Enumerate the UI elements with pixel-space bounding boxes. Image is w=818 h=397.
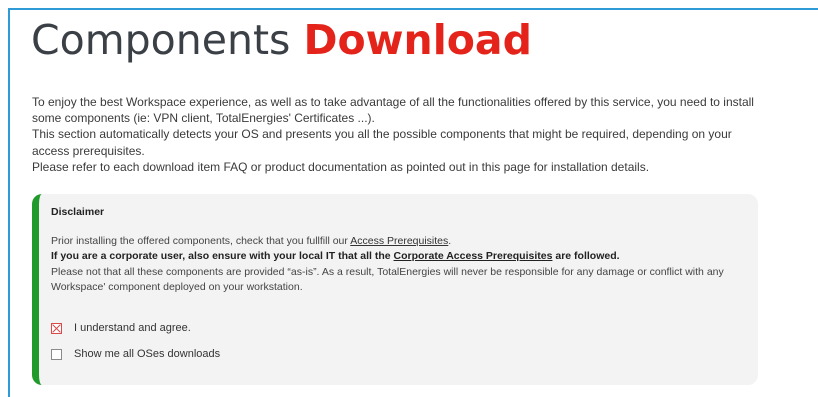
disclaimer-body: Prior installing the offered components,… (51, 234, 757, 296)
page-title-accent: Download (303, 16, 532, 64)
all-os-checkbox[interactable] (51, 348, 62, 360)
disclaimer-line-3: Please not that all these components are… (51, 265, 724, 294)
disclaimer-line-2-suffix: are followed. (552, 250, 620, 263)
disclaimer-line-1-suffix: . (448, 235, 452, 247)
page-title-plain: Components (31, 16, 304, 64)
intro-paragraph-1: To enjoy the best Workspace experience, … (32, 95, 754, 126)
corporate-access-prerequisites-link[interactable]: Corporate Access Prerequisites (394, 250, 553, 262)
page-title: Components Download (31, 12, 532, 68)
agree-checkbox-label: I understand and agree. (74, 322, 191, 334)
disclaimer-line-1-text: Prior installing the offered components,… (51, 235, 351, 247)
intro-paragraph-2: This section automatically detects your … (32, 127, 732, 158)
intro-text: To enjoy the best Workspace experience, … (32, 94, 764, 175)
all-os-checkbox-row[interactable]: Show me all OSes downloads (51, 348, 220, 360)
disclaimer-panel: Disclaimer Prior installing the offered … (32, 194, 758, 385)
disclaimer-heading: Disclaimer (51, 206, 105, 218)
agree-checkbox-row[interactable]: I understand and agree. (51, 322, 191, 334)
disclaimer-line-2: If you are a corporate user, also ensure… (51, 249, 757, 264)
disclaimer-line-2-text: If you are a corporate user, also ensure… (51, 250, 394, 263)
disclaimer-line-1: Prior installing the offered components,… (51, 234, 757, 249)
all-os-checkbox-label: Show me all OSes downloads (74, 348, 221, 360)
access-prerequisites-link[interactable]: Access Prerequisites (350, 235, 448, 247)
agree-checkbox[interactable] (51, 322, 62, 334)
intro-paragraph-3: Please refer to each download item FAQ o… (32, 159, 650, 174)
